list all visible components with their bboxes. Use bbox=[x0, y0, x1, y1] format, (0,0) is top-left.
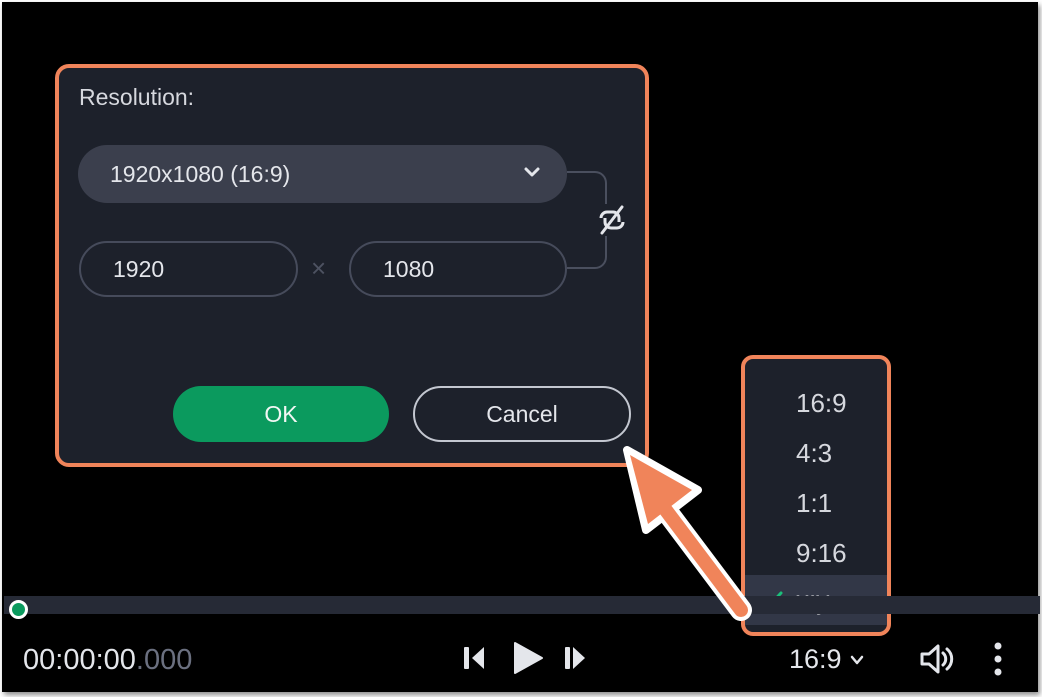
aspect-option-1-1[interactable]: 1:1 bbox=[745, 478, 887, 528]
resolution-preset-select[interactable]: 1920x1080 (16:9) bbox=[78, 145, 567, 203]
more-vertical-icon[interactable] bbox=[991, 641, 1005, 677]
aspect-ratio-value: 16:9 bbox=[789, 644, 842, 674]
unlink-icon[interactable] bbox=[594, 204, 630, 236]
height-field[interactable]: 1080 bbox=[349, 241, 567, 297]
timecode-milliseconds: .000 bbox=[135, 644, 193, 676]
ok-button[interactable]: OK bbox=[173, 386, 389, 442]
volume-icon[interactable] bbox=[919, 643, 955, 675]
dialog-title: Resolution: bbox=[79, 84, 195, 110]
aspect-option-16-9[interactable]: 16:9 bbox=[745, 378, 887, 428]
chevron-down-icon bbox=[524, 167, 540, 177]
timecode-main: 00:00:00 bbox=[23, 644, 136, 676]
next-frame-icon[interactable] bbox=[565, 645, 589, 671]
timeline-track[interactable] bbox=[4, 596, 1040, 614]
resolution-dialog: Resolution: 1920x1080 (16:9) 1920 × 1080… bbox=[55, 64, 649, 467]
aspect-option-label: 9:16 bbox=[796, 537, 847, 568]
aspect-option-label: 1:1 bbox=[796, 487, 833, 518]
aspect-option-label: 16:9 bbox=[796, 387, 847, 418]
aspect-ratio-dropdown[interactable]: 16:9 bbox=[789, 644, 864, 675]
width-field[interactable]: 1920 bbox=[79, 241, 298, 297]
cancel-button[interactable]: Cancel bbox=[413, 386, 631, 442]
width-value: 1920 bbox=[113, 255, 165, 282]
aspect-option-9-16[interactable]: 9:16 bbox=[745, 528, 887, 578]
video-player-window: Resolution: 1920x1080 (16:9) 1920 × 1080… bbox=[2, 2, 1040, 692]
chevron-down-icon bbox=[850, 655, 863, 664]
aspect-option-4-3[interactable]: 4:3 bbox=[745, 428, 887, 478]
height-value: 1080 bbox=[383, 255, 435, 282]
play-icon[interactable] bbox=[512, 641, 544, 675]
aspect-ratio-menu: 16:9 4:3 1:1 9:16 x:y bbox=[741, 355, 891, 636]
preset-value: 1920x1080 (16:9) bbox=[110, 160, 291, 187]
aspect-option-label: 4:3 bbox=[796, 437, 833, 468]
times-sign: × bbox=[311, 253, 327, 283]
playhead-handle[interactable] bbox=[9, 600, 28, 619]
timecode: 00:00:00.000 bbox=[23, 644, 192, 677]
prev-frame-icon[interactable] bbox=[464, 645, 488, 671]
